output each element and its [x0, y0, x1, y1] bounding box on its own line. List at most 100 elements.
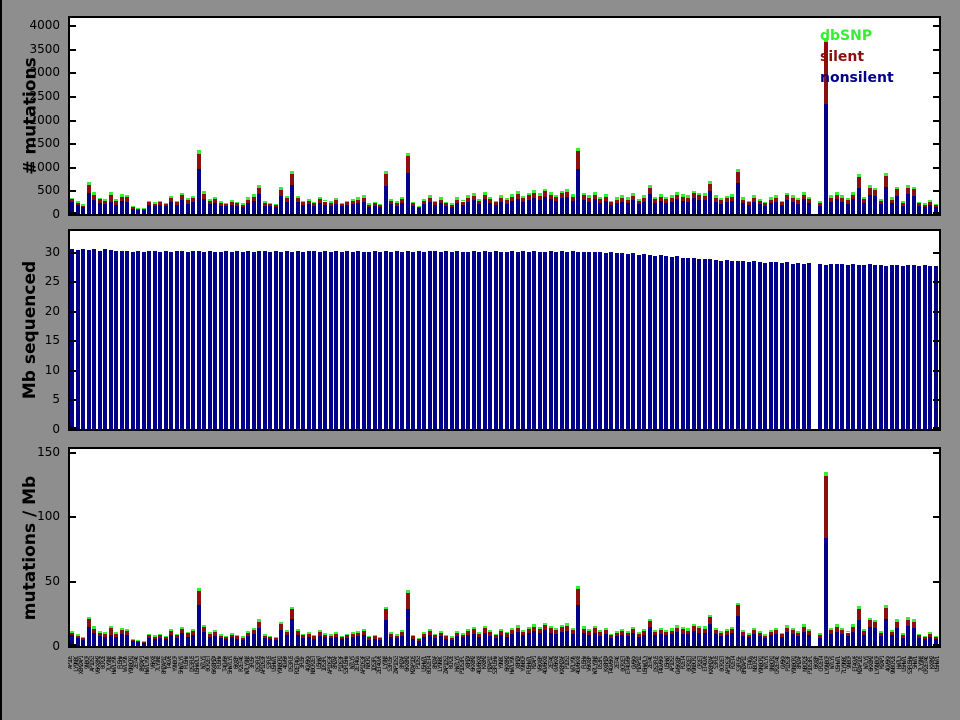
sample-bar: [691, 190, 696, 214]
bar-segment-dbsnp: [240, 203, 245, 205]
sample-bar: [191, 251, 196, 429]
bar-segment-nonsilent: [455, 636, 460, 646]
bar-segment-nonsilent: [598, 635, 603, 646]
y-tick-label: 1500: [29, 136, 60, 151]
sample-bar: [521, 251, 526, 429]
sample-bar: [400, 196, 405, 214]
bar-segment-silent: [482, 628, 487, 633]
bar-segment-nonsilent: [262, 205, 267, 214]
bar-segment-silent: [576, 151, 581, 170]
sample-bar: [345, 251, 350, 429]
bar-segment-mb sequenced: [785, 262, 790, 429]
bar-segment-dbsnp: [328, 634, 333, 636]
sample-bar: [394, 251, 399, 429]
bar-segment-silent: [306, 633, 311, 637]
bar-segment-dbsnp: [642, 628, 647, 631]
sample-bar: [119, 251, 124, 429]
legend-item-nonsilent: nonsilent: [820, 70, 894, 86]
bar-segment-dbsnp: [779, 632, 784, 635]
bar-segment-dbsnp: [97, 197, 102, 200]
bar-segment-silent: [378, 205, 383, 208]
sample-bar: [411, 634, 416, 646]
sample-bar: [130, 251, 135, 429]
bar-segment-dbsnp: [306, 632, 311, 634]
bar-segment-dbsnp: [152, 635, 157, 637]
bar-segment-dbsnp: [785, 192, 790, 196]
sample-bar: [257, 251, 262, 429]
sample-bar: [840, 195, 845, 214]
bar-segment-dbsnp: [779, 200, 784, 203]
sample-bar: [702, 259, 707, 429]
bar-segment-silent: [724, 631, 729, 635]
bar-segment-dbsnp: [697, 625, 702, 628]
sample-bar: [559, 251, 564, 429]
bar-segment-nonsilent: [845, 203, 850, 214]
sample-bar: [735, 261, 740, 429]
sample-bar: [691, 623, 696, 646]
bar-segment-nonsilent: [801, 631, 806, 646]
bar-segment-mb sequenced: [444, 251, 449, 429]
bar-segment-nonsilent: [922, 638, 927, 646]
bar-segment-silent: [196, 590, 201, 606]
sample-bar: [779, 262, 784, 429]
bar-segment-nonsilent: [339, 639, 344, 646]
bar-segment-nonsilent: [207, 204, 212, 214]
bar-segment-dbsnp: [735, 169, 740, 172]
bar-segment-nonsilent: [75, 637, 80, 646]
bar-segment-silent: [334, 200, 339, 204]
bar-segment-silent: [625, 632, 630, 636]
bar-segment-nonsilent: [273, 639, 278, 646]
sample-bar: [603, 194, 608, 214]
bar-segment-nonsilent: [708, 191, 713, 214]
sample-bar: [323, 251, 328, 429]
bar-segment-nonsilent: [521, 635, 526, 646]
bar-segment-silent: [191, 197, 196, 202]
bar-segment-dbsnp: [328, 201, 333, 203]
x-axis-sample-labels: AP1DS LY9N0C X8MZAP1 9N0CR AP1DS3 V6KX8MZ 0CR2…: [68, 656, 941, 708]
bar-segment-silent: [642, 197, 647, 202]
bar-segment-dbsnp: [86, 616, 91, 620]
bar-segment-dbsnp: [169, 629, 174, 632]
bar-segment-silent: [895, 189, 900, 196]
sample-bar: [328, 201, 333, 214]
bar-segment-dbsnp: [427, 195, 432, 198]
bar-segment-dbsnp: [559, 190, 564, 194]
sample-bar: [290, 606, 295, 646]
bar-segment-mb sequenced: [103, 249, 108, 429]
bar-segment-silent: [669, 630, 674, 635]
bar-segment-nonsilent: [570, 200, 575, 214]
bar-segment-silent: [680, 196, 685, 201]
sample-bar: [174, 200, 179, 214]
bar-segment-nonsilent: [735, 183, 740, 214]
sample-bar: [548, 251, 553, 429]
bar-segment-silent: [713, 197, 718, 202]
sample-bar: [752, 628, 757, 646]
y-tick: [70, 95, 76, 98]
bar-segment-dbsnp: [609, 200, 614, 203]
bar-segment-nonsilent: [587, 634, 592, 646]
bar-segment-dbsnp: [592, 192, 597, 195]
bar-segment-nonsilent: [169, 201, 174, 214]
sample-bar: [873, 265, 878, 429]
bar-segment-silent: [768, 199, 773, 204]
bar-segment-nonsilent: [614, 203, 619, 214]
sample-bar: [620, 252, 625, 429]
bar-segment-dbsnp: [785, 625, 790, 628]
bar-segment-silent: [686, 197, 691, 202]
bar-segment-silent: [455, 199, 460, 204]
bar-segment-silent: [438, 199, 443, 204]
sample-bar: [240, 251, 245, 429]
bar-segment-silent: [884, 607, 889, 619]
sample-bar: [933, 265, 938, 429]
bar-segment-nonsilent: [686, 201, 691, 214]
bar-segment-nonsilent: [345, 205, 350, 214]
bar-segment-nonsilent: [532, 197, 537, 214]
bar-segment-dbsnp: [521, 196, 526, 199]
y-tick: [70, 427, 76, 429]
bar-segment-dbsnp: [851, 192, 856, 195]
y-tick: [70, 190, 76, 193]
bar-segment-silent: [559, 627, 564, 632]
bar-segment-silent: [235, 636, 240, 639]
sample-bar: [306, 198, 311, 214]
bar-segment-dbsnp: [114, 632, 119, 634]
